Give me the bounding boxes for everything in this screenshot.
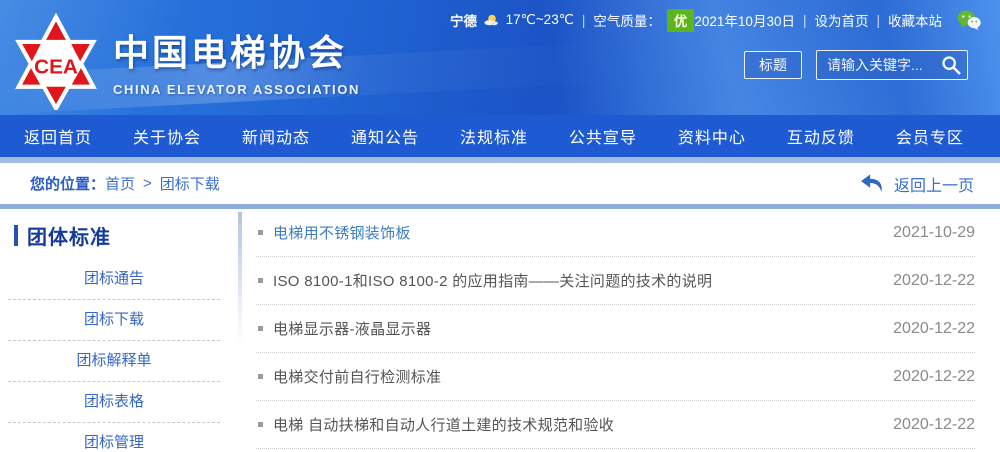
nav-item-news[interactable]: 新闻动态 [242, 124, 310, 148]
back-area: 返回上一页 [860, 172, 974, 196]
breadcrumb-separator: > [143, 175, 152, 192]
article-link[interactable]: 电梯 自动扶梯和自动人行道土建的技术规范和验收 [273, 414, 614, 435]
sidebar-item-forms[interactable]: 团标表格 [8, 382, 220, 423]
content-area: 团体标准 团标通告 团标下载 团标解释单 团标表格 团标管理 电梯用不锈钢装饰板… [0, 209, 1000, 452]
sidebar-item-downloads[interactable]: 团标下载 [8, 300, 220, 341]
nav-item-members[interactable]: 会员专区 [896, 124, 964, 148]
sidebar-title-row: 团体标准 [0, 219, 240, 251]
current-date: 2021年10月30日 [694, 10, 795, 30]
article-date: 2020-12-22 [893, 368, 975, 386]
add-favorite-link[interactable]: 收藏本站 [888, 10, 942, 30]
breadcrumb-home-link[interactable]: 首页 [105, 173, 135, 194]
article-date: 2020-12-22 [893, 320, 975, 338]
search-field-select[interactable]: 标题 [744, 51, 802, 79]
topbar-separator: | [582, 13, 586, 28]
site-header: CEA 中国电梯协会 CHINA ELEVATOR ASSOCIATION 宁德… [0, 0, 1000, 115]
search-input[interactable] [817, 51, 935, 79]
air-quality-label: 空气质量： [593, 10, 661, 30]
column-divider [238, 212, 242, 344]
svg-text:CEA: CEA [34, 55, 78, 78]
wechat-icon[interactable] [956, 9, 982, 31]
article-link[interactable]: 电梯显示器-液晶显示器 [273, 318, 431, 339]
article-date: 2020-12-22 [893, 416, 975, 434]
search-field-label: 标题 [759, 55, 787, 75]
topbar-separator: | [876, 13, 880, 28]
nav-item-about[interactable]: 关于协会 [133, 124, 201, 148]
air-quality-badge: 优 [667, 9, 695, 32]
article-list: 电梯用不锈钢装饰板 2021-10-29 ISO 8100-1和ISO 8100… [240, 209, 1000, 452]
search-icon [940, 54, 962, 76]
bullet-icon [258, 230, 263, 235]
sidebar-item-notices[interactable]: 团标通告 [8, 259, 220, 300]
search-bar: 标题 [744, 50, 968, 80]
bullet-icon [258, 326, 263, 331]
list-item: 电梯用不锈钢装饰板 2021-10-29 [256, 209, 975, 257]
search-box [816, 50, 968, 80]
nav-item-publicity[interactable]: 公共宣导 [569, 124, 637, 148]
list-item: ISO 8100-1和ISO 8100-2 的应用指南——关注问题的技术的说明 … [256, 257, 975, 305]
bullet-icon [258, 422, 263, 427]
sidebar-title-bar-icon [14, 225, 18, 246]
back-link[interactable]: 返回上一页 [894, 172, 974, 196]
breadcrumb-label: 您的位置： [30, 173, 105, 194]
article-link[interactable]: ISO 8100-1和ISO 8100-2 的应用指南——关注问题的技术的说明 [273, 270, 712, 291]
article-link[interactable]: 电梯交付前自行检测标准 [273, 366, 441, 387]
sidebar-item-interpretations[interactable]: 团标解释单 [8, 341, 220, 382]
list-item: 电梯显示器-液晶显示器 2020-12-22 [256, 305, 975, 353]
weather-sun-icon [483, 12, 500, 28]
breadcrumb-current[interactable]: 团标下载 [160, 173, 220, 194]
search-button[interactable] [939, 54, 963, 78]
weather-city: 宁德 [450, 10, 477, 30]
nav-item-feedback[interactable]: 互动反馈 [787, 124, 855, 148]
breadcrumb-bar: 您的位置： 首页 > 团标下载 返回上一页 [0, 163, 1000, 204]
sidebar: 团体标准 团标通告 团标下载 团标解释单 团标表格 团标管理 [0, 209, 240, 452]
sidebar-title: 团体标准 [27, 221, 111, 250]
article-date: 2021-10-29 [893, 224, 975, 242]
topbar: 宁德 17℃~23℃ | 空气质量： 优 2021年10月30日 | 设为首页 … [450, 8, 982, 32]
weather-temp: 17℃~23℃ [506, 12, 574, 28]
nav-item-resources[interactable]: 资料中心 [678, 124, 746, 148]
site-title: 中国电梯协会 [113, 24, 360, 76]
bullet-icon [258, 278, 263, 283]
list-item: 电梯 自动扶梯和自动人行道土建的技术规范和验收 2020-12-22 [256, 401, 975, 449]
nav-item-home[interactable]: 返回首页 [24, 124, 92, 148]
article-date: 2020-12-22 [893, 272, 975, 290]
sidebar-list: 团标通告 团标下载 团标解释单 团标表格 团标管理 [0, 259, 240, 452]
nav-item-notices[interactable]: 通知公告 [351, 124, 419, 148]
bullet-icon [258, 374, 263, 379]
brand-block: 中国电梯协会 CHINA ELEVATOR ASSOCIATION [113, 24, 360, 97]
nav-item-regulations[interactable]: 法规标准 [460, 124, 528, 148]
topbar-right: 2021年10月30日 | 设为首页 | 收藏本站 [694, 9, 982, 31]
article-link[interactable]: 电梯用不锈钢装饰板 [273, 222, 411, 243]
set-homepage-link[interactable]: 设为首页 [814, 10, 868, 30]
topbar-separator: | [803, 13, 807, 28]
cea-logo: CEA [10, 12, 102, 110]
main-nav: 返回首页 关于协会 新闻动态 通知公告 法规标准 公共宣导 资料中心 互动反馈 … [0, 115, 1000, 157]
sidebar-item-management[interactable]: 团标管理 [8, 423, 220, 452]
back-arrow-icon[interactable] [860, 174, 884, 193]
list-item: 电梯交付前自行检测标准 2020-12-22 [256, 353, 975, 401]
site-subtitle: CHINA ELEVATOR ASSOCIATION [113, 82, 360, 97]
